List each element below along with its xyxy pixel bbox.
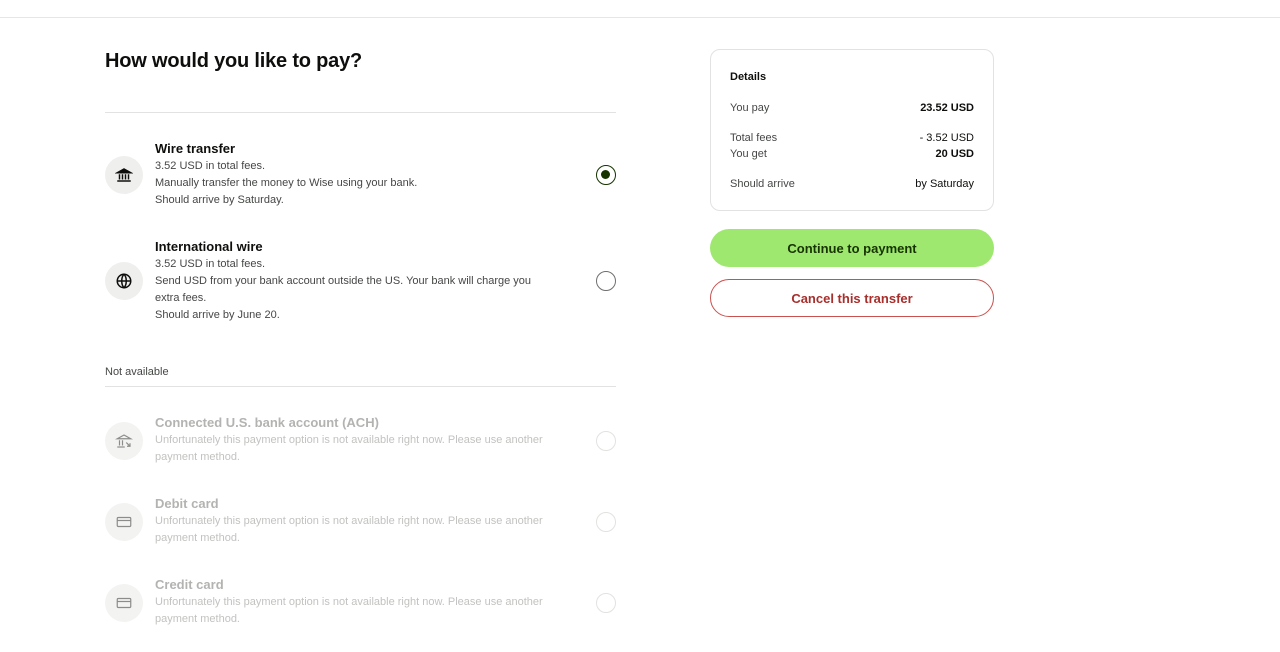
option-description: Unfortunately this payment option is not…	[155, 434, 543, 446]
option-description: Unfortunately this payment option is not…	[155, 515, 543, 527]
total-fees-label: Total fees	[730, 132, 778, 144]
option-text: Debit card Unfortunately this payment op…	[155, 495, 585, 547]
option-fees: 3.52 USD in total fees.	[155, 258, 266, 270]
option-description-cont: payment method.	[155, 532, 240, 544]
total-fees-row: Total fees - 3.52 USD	[730, 130, 974, 146]
option-title: Connected U.S. bank account (ACH)	[155, 415, 379, 430]
card-icon	[105, 584, 143, 622]
you-get-label: You get	[730, 148, 767, 160]
wire-transfer-radio[interactable]	[596, 165, 616, 185]
top-divider	[0, 17, 1280, 18]
details-title: Details	[730, 71, 767, 83]
not-available-label: Not available	[105, 366, 169, 378]
credit-card-radio	[596, 593, 616, 613]
you-pay-row: You pay 23.52 USD	[730, 100, 974, 116]
option-text: Credit card Unfortunately this payment o…	[155, 576, 585, 628]
bank-transfer-icon	[105, 422, 143, 460]
option-description: Manually transfer the money to Wise usin…	[155, 177, 418, 189]
option-text: International wire 3.52 USD in total fee…	[155, 238, 585, 324]
arrive-row: Should arrive by Saturday	[730, 176, 974, 192]
details-card: Details You pay 23.52 USD Total fees - 3…	[710, 49, 994, 211]
option-title: International wire	[155, 239, 263, 254]
option-description: Unfortunately this payment option is not…	[155, 596, 543, 608]
option-title: Debit card	[155, 496, 219, 511]
option-wire-transfer[interactable]: Wire transfer 3.52 USD in total fees. Ma…	[105, 140, 616, 212]
option-description-cont: extra fees.	[155, 292, 207, 304]
option-ach: Connected U.S. bank account (ACH) Unfort…	[105, 414, 616, 470]
cancel-transfer-button[interactable]: Cancel this transfer	[710, 279, 994, 317]
option-debit-card: Debit card Unfortunately this payment op…	[105, 495, 616, 551]
arrive-value: by Saturday	[915, 178, 974, 190]
option-international-wire[interactable]: International wire 3.52 USD in total fee…	[105, 238, 616, 328]
title-divider	[105, 112, 616, 113]
bank-icon	[105, 156, 143, 194]
option-description: Send USD from your bank account outside …	[155, 275, 532, 287]
you-get-row: You get 20 USD	[730, 146, 974, 162]
debit-card-radio	[596, 512, 616, 532]
option-fees: 3.52 USD in total fees.	[155, 160, 266, 172]
option-title: Wire transfer	[155, 141, 236, 156]
arrive-label: Should arrive	[730, 178, 795, 190]
continue-to-payment-button[interactable]: Continue to payment	[710, 229, 994, 267]
card-icon	[105, 503, 143, 541]
you-pay-value: 23.52 USD	[920, 102, 974, 114]
option-text: Connected U.S. bank account (ACH) Unfort…	[155, 414, 585, 466]
option-credit-card: Credit card Unfortunately this payment o…	[105, 576, 616, 632]
you-get-value: 20 USD	[935, 148, 974, 160]
ach-radio	[596, 431, 616, 451]
option-text: Wire transfer 3.52 USD in total fees. Ma…	[155, 140, 575, 209]
option-description-cont: payment method.	[155, 451, 240, 463]
not-available-divider	[105, 386, 616, 387]
option-arrival: Should arrive by Saturday.	[155, 194, 284, 206]
option-description-cont: payment method.	[155, 613, 240, 625]
option-arrival: Should arrive by June 20.	[155, 309, 280, 321]
page-title: How would you like to pay?	[105, 50, 363, 72]
globe-icon	[105, 262, 143, 300]
international-wire-radio[interactable]	[596, 271, 616, 291]
total-fees-value: - 3.52 USD	[919, 132, 974, 144]
option-title: Credit card	[155, 577, 224, 592]
you-pay-label: You pay	[730, 102, 770, 114]
